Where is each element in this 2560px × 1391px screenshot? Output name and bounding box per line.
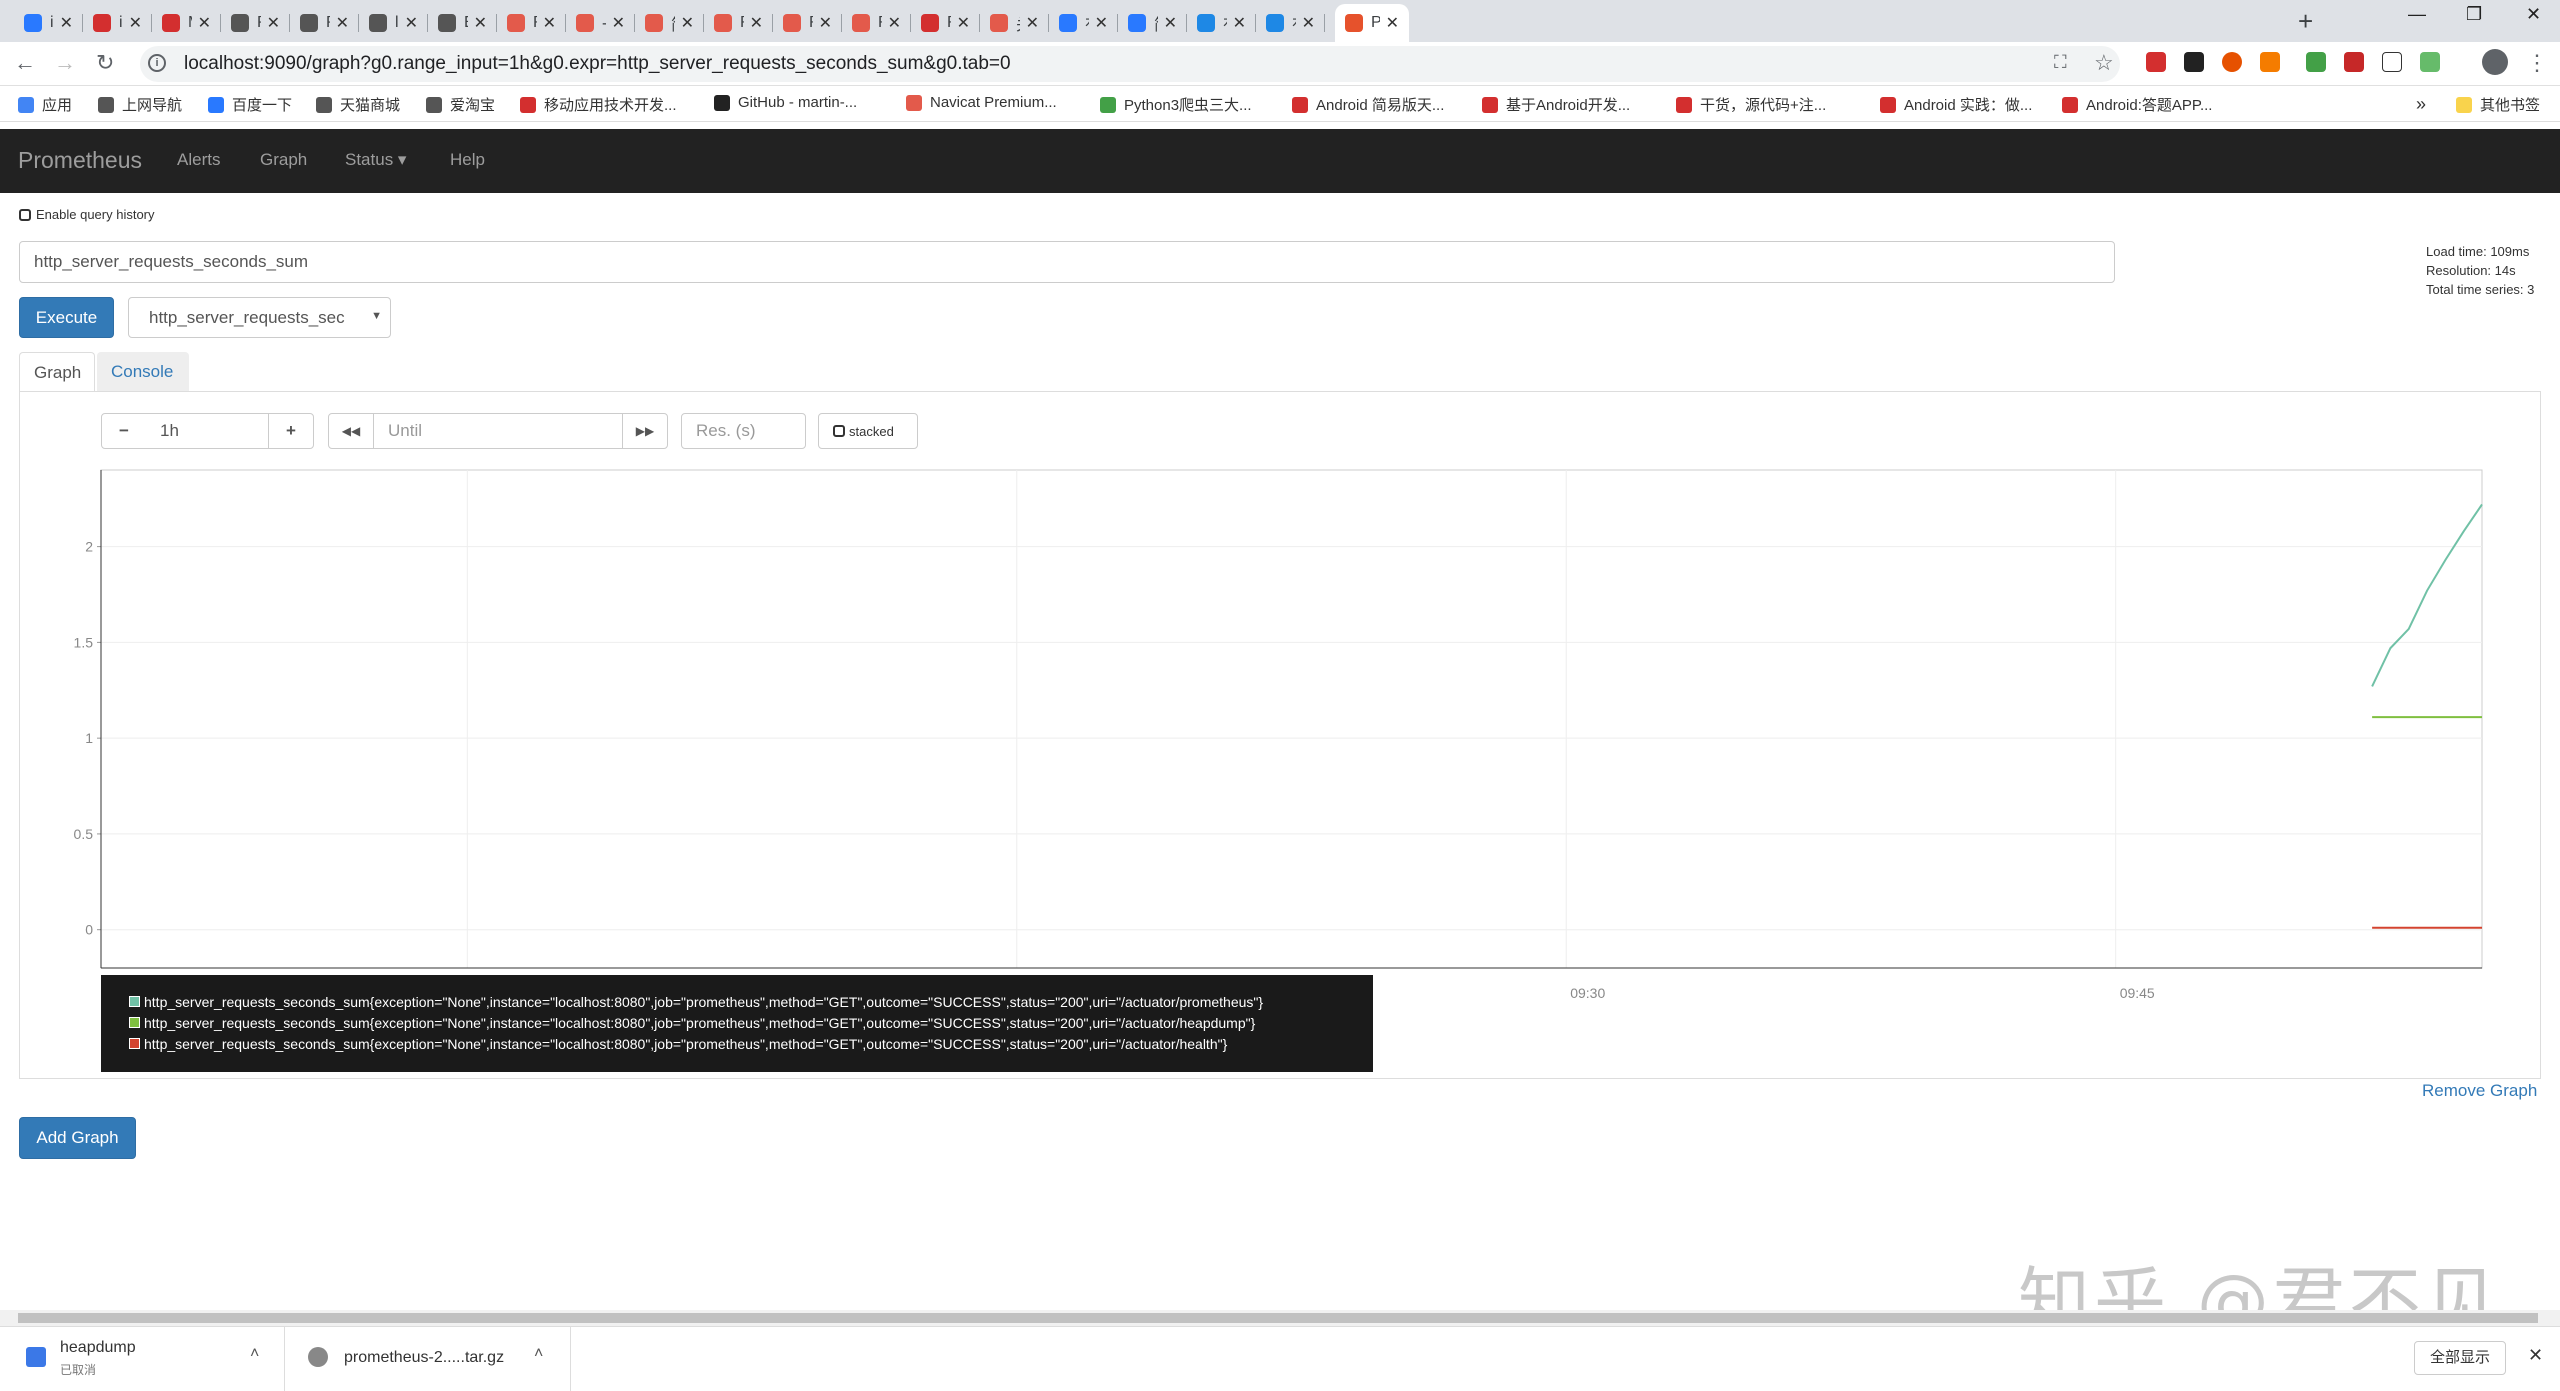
remove-graph-link[interactable]: Remove Graph: [2422, 1081, 2537, 1101]
downloads-bar: heapdump 已取消 ˄ prometheus-2.....tar.gz ˄…: [0, 1326, 2560, 1391]
y-tick-label: 0.5: [74, 826, 94, 842]
legend-item[interactable]: http_server_requests_seconds_sum{excepti…: [129, 991, 1353, 1012]
legend-swatch: [129, 1038, 140, 1049]
legend-label: http_server_requests_seconds_sum{excepti…: [144, 1014, 1256, 1031]
download-name: heapdump: [60, 1339, 136, 1356]
file-icon: [26, 1347, 46, 1367]
download-name: prometheus-2.....tar.gz: [344, 1349, 505, 1366]
chevron-up-icon[interactable]: ˄: [250, 1345, 259, 1363]
x-tick-label: 09:30: [1570, 985, 1605, 1001]
legend-item[interactable]: http_server_requests_seconds_sum{excepti…: [129, 1033, 1353, 1054]
download-status: 已取消: [60, 1363, 97, 1377]
graph-legend: http_server_requests_seconds_sum{excepti…: [101, 975, 1373, 1072]
y-tick-label: 0: [85, 922, 93, 938]
add-graph-button[interactable]: Add Graph: [19, 1117, 136, 1159]
legend-swatch: [129, 996, 140, 1007]
scrollbar-thumb[interactable]: [18, 1313, 2538, 1323]
file-icon: [308, 1347, 328, 1367]
graph-chart: 00.511.5209:0009:1509:3009:45: [74, 469, 2483, 1001]
y-tick-label: 2: [85, 539, 93, 555]
close-downloads-icon[interactable]: ✕: [2528, 1345, 2543, 1366]
x-tick-label: 09:45: [2120, 985, 2155, 1001]
chevron-up-icon[interactable]: ˄: [534, 1345, 543, 1363]
legend-label: http_server_requests_seconds_sum{excepti…: [144, 993, 1264, 1010]
y-tick-label: 1: [85, 730, 93, 746]
horizontal-scrollbar[interactable]: [0, 1310, 2560, 1326]
legend-label: http_server_requests_seconds_sum{excepti…: [144, 1035, 1228, 1052]
download-item[interactable]: prometheus-2.....tar.gz ˄: [286, 1327, 571, 1391]
legend-item[interactable]: http_server_requests_seconds_sum{excepti…: [129, 1012, 1353, 1033]
download-item[interactable]: heapdump 已取消 ˄: [0, 1327, 285, 1391]
plot-area: [100, 469, 2483, 969]
legend-swatch: [129, 1017, 140, 1028]
y-tick-label: 1.5: [74, 634, 94, 650]
show-all-button[interactable]: 全部显示: [2414, 1341, 2506, 1375]
